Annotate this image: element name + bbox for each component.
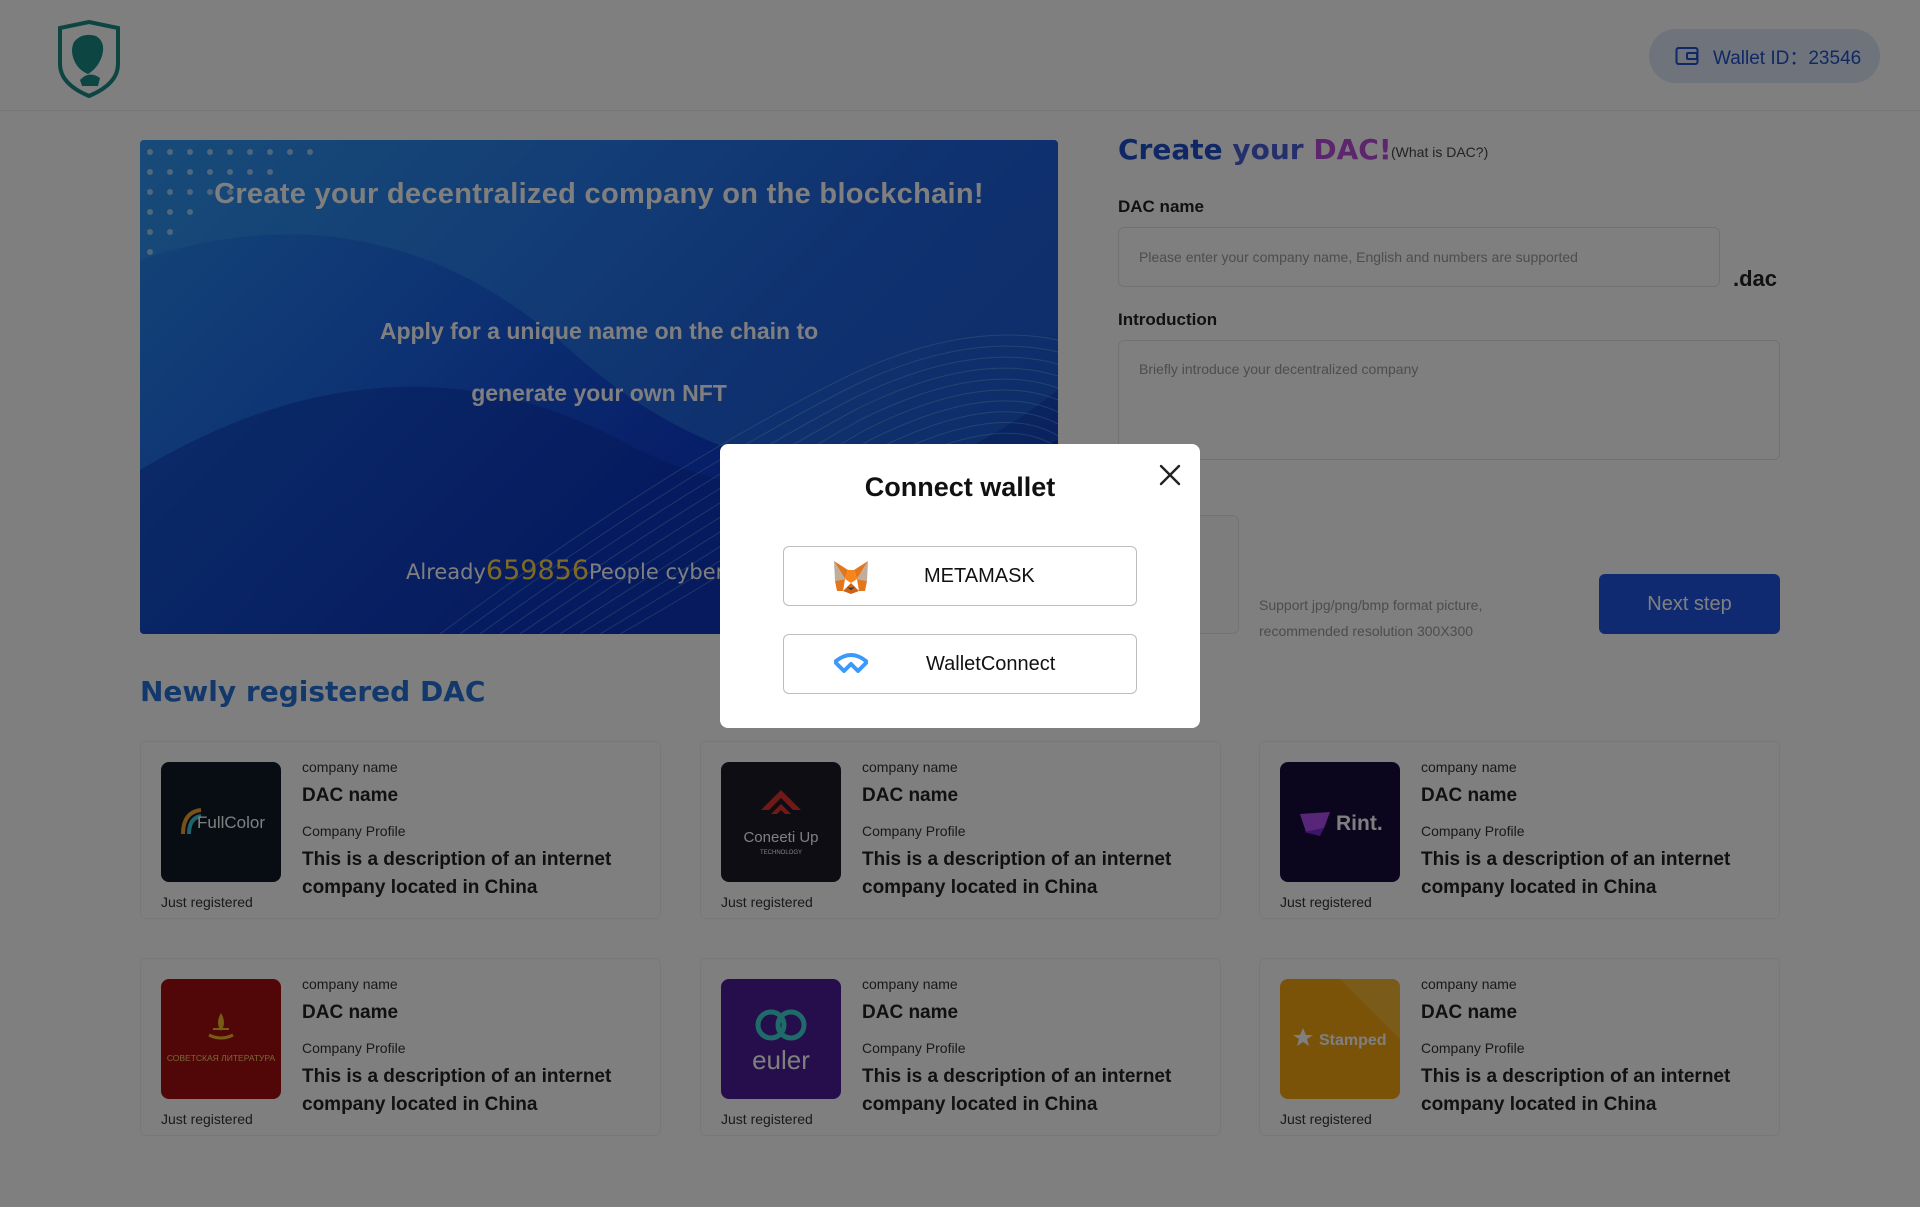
modal-title: Connect wallet [864, 472, 1056, 502]
walletconnect-label: WalletConnect [926, 653, 1056, 675]
metamask-label: METAMASK [924, 565, 1035, 587]
close-icon[interactable] [1157, 462, 1183, 488]
walletconnect-option[interactable]: WalletConnect [783, 634, 1137, 694]
walletconnect-icon [829, 643, 873, 687]
metamask-option[interactable]: METAMASK [783, 546, 1137, 606]
connect-wallet-modal: Connect wallet METAMASK WalletConnect [720, 444, 1200, 728]
metamask-fox-icon [829, 555, 873, 599]
